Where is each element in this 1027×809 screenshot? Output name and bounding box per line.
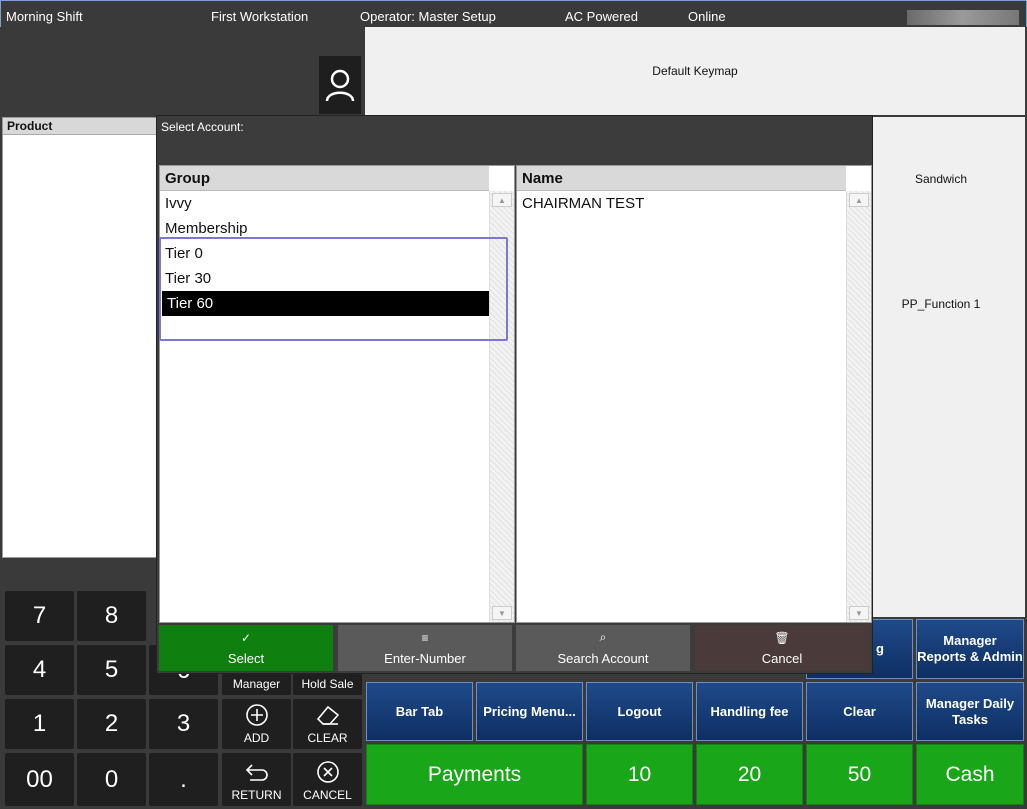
group-row-ivvy[interactable]: Ivvy: [160, 191, 489, 216]
keymap-right-panel: Sandwich PP_Function 1: [871, 117, 1025, 617]
enter-number-button[interactable]: ≡ Enter-Number: [338, 625, 512, 671]
return-button[interactable]: RETURN: [222, 753, 291, 806]
select-account-dialog: Select Account: Group Ivvy Membership Ti…: [156, 115, 873, 674]
key-7[interactable]: 7: [5, 591, 74, 641]
hold-sale-button[interactable]: Hold Sale: [293, 674, 362, 695]
header-area: [0, 27, 365, 117]
manager-reports-button[interactable]: Manager Reports & Admin: [916, 619, 1024, 679]
trash-icon: 🗑: [774, 630, 790, 645]
redacted-field: [907, 10, 1019, 25]
check-icon: ✓: [240, 630, 252, 645]
key-3[interactable]: 3: [149, 699, 218, 749]
highlight-annotation: [159, 237, 508, 341]
product-header: Product: [3, 118, 157, 135]
manager-button[interactable]: Manager: [222, 674, 291, 695]
search-account-button[interactable]: ⌕ Search Account: [516, 625, 690, 671]
handling-fee-button[interactable]: Handling fee: [696, 682, 803, 741]
status-bar: Morning Shift First Workstation Operator…: [0, 0, 1027, 27]
group-column-header: Group: [160, 166, 489, 191]
user-button[interactable]: [319, 56, 361, 114]
search-icon: ⌕: [599, 630, 607, 644]
amount-20-button[interactable]: 20: [696, 744, 803, 805]
key-4[interactable]: 4: [5, 645, 74, 695]
power-label: AC Powered: [565, 9, 638, 24]
scroll-down-icon[interactable]: ▼: [492, 606, 512, 620]
name-column-header: Name: [517, 166, 846, 191]
name-list[interactable]: Name CHAIRMAN TEST ▲ ▼: [516, 165, 872, 623]
payments-button[interactable]: Payments: [366, 744, 583, 805]
return-arrow-icon: [245, 764, 268, 781]
key-2[interactable]: 2: [77, 699, 146, 749]
product-list[interactable]: Product: [2, 117, 158, 558]
header-corner: [846, 166, 871, 191]
operator-label: Operator: Master Setup: [360, 9, 496, 24]
cancel-key-button[interactable]: CANCEL: [293, 753, 362, 806]
close-circle-icon: [316, 761, 339, 783]
logout-button[interactable]: Logout: [586, 682, 693, 741]
eraser-icon: [316, 705, 339, 725]
clear-button[interactable]: CLEAR: [293, 699, 362, 749]
cash-button[interactable]: Cash: [916, 744, 1024, 805]
key-5[interactable]: 5: [77, 645, 146, 695]
key-decimal[interactable]: .: [149, 753, 218, 806]
select-button[interactable]: ✓ Select: [159, 625, 333, 671]
pricing-menu-button[interactable]: Pricing Menu...: [476, 682, 583, 741]
scroll-up-icon[interactable]: ▲: [849, 193, 869, 207]
workstation-label: First Workstation: [211, 9, 309, 24]
keymap-item-sandwich[interactable]: Sandwich: [871, 172, 1011, 186]
amount-50-button[interactable]: 50: [806, 744, 913, 805]
add-button[interactable]: ADD: [222, 699, 291, 749]
clear-function-button[interactable]: Clear: [806, 682, 913, 741]
plus-circle-icon: [245, 704, 268, 726]
header-corner: [489, 166, 514, 191]
keymap-title: Default Keymap: [365, 27, 1025, 115]
name-row[interactable]: CHAIRMAN TEST: [517, 191, 846, 216]
key-8[interactable]: 8: [77, 591, 146, 641]
key-1[interactable]: 1: [5, 699, 74, 749]
manager-daily-tasks-button[interactable]: Manager Daily Tasks: [916, 682, 1024, 741]
network-label: Online: [688, 9, 726, 24]
bar-tab-button[interactable]: Bar Tab: [366, 682, 473, 741]
scroll-up-icon[interactable]: ▲: [492, 193, 512, 207]
key-0[interactable]: 0: [77, 753, 146, 806]
group-list[interactable]: Group Ivvy Membership Tier 0 Tier 30 Tie…: [159, 165, 515, 623]
shift-label: Morning Shift: [6, 9, 83, 24]
dialog-title: Select Account:: [161, 120, 244, 134]
spacer: [2, 558, 158, 590]
cancel-button[interactable]: 🗑 Cancel: [695, 625, 869, 671]
keymap-item-pp-function[interactable]: PP_Function 1: [871, 297, 1011, 311]
name-scrollbar[interactable]: ▲ ▼: [846, 191, 871, 622]
amount-10-button[interactable]: 10: [586, 744, 693, 805]
user-icon: [325, 69, 355, 102]
scroll-down-icon[interactable]: ▼: [849, 606, 869, 620]
key-00[interactable]: 00: [5, 753, 74, 806]
list-icon: ≡: [421, 630, 429, 645]
